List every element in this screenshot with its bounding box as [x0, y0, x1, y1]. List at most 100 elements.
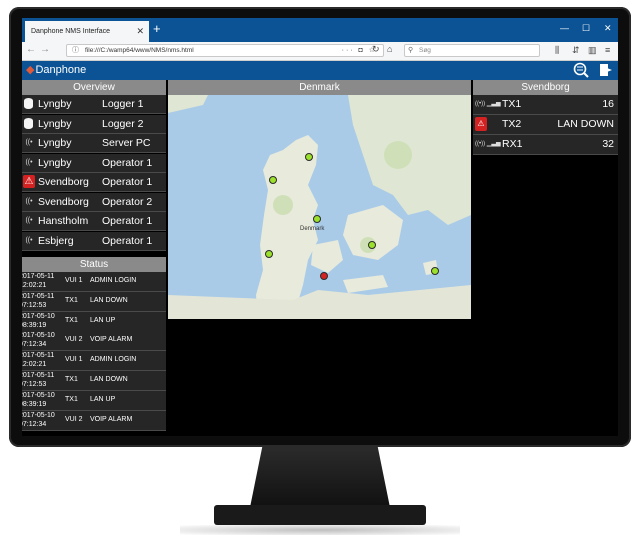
info-icon[interactable]: ⓘ — [72, 45, 79, 57]
overview-location: Lyngby — [38, 156, 72, 169]
reload-icon[interactable]: ↻ — [372, 44, 380, 55]
overview-row[interactable]: Lyngby Logger 1 — [22, 95, 166, 114]
radio-icon: ((• — [25, 217, 33, 224]
overview-role: Server PC — [102, 137, 151, 149]
new-tab-icon[interactable]: + — [153, 22, 161, 36]
browser-tab[interactable]: Danphone NMS Interface ✕ — [25, 21, 149, 42]
maximize-icon[interactable]: ☐ — [582, 23, 590, 34]
overview-row[interactable]: ⚠ Svendborg Operator 1 — [22, 173, 166, 192]
home-icon[interactable]: ⌂ — [387, 44, 392, 54]
status-date: 2017-05-10 — [22, 411, 55, 419]
radio-icon: ((• — [25, 139, 33, 146]
status-device: TX1 — [65, 376, 78, 383]
overview-row[interactable]: ((• Esbjerg Operator 1 — [22, 231, 166, 251]
status-device: TX1 — [65, 395, 78, 403]
monitor-stand-base — [214, 505, 426, 525]
url-bar[interactable]: ⓘ file:///C:/wamp64/www/NMS/nms.html ···… — [66, 44, 384, 57]
browser-tab-bar: Danphone NMS Interface ✕ + — ☐ ✕ — [22, 18, 618, 42]
status-row[interactable]: 2017-05-11 07:12:53 TX1 LAN DOWN — [22, 371, 166, 391]
status-time: 07:12:34 — [22, 341, 47, 349]
status-time: 08:39:19 — [22, 400, 47, 408]
status-timestamp: 2017-05-1007:12:34 — [22, 411, 63, 429]
minimize-icon[interactable]: — — [560, 23, 569, 33]
map-marker-ok[interactable] — [305, 153, 313, 161]
back-icon[interactable]: ← — [26, 44, 36, 55]
radio-icon: ((• — [25, 158, 33, 166]
map-marker-ok[interactable] — [265, 250, 273, 258]
overview-row[interactable]: ((• Lyngby Operator 1 — [22, 153, 166, 173]
sidebar-icon[interactable]: ▥ — [588, 45, 597, 56]
menu-icon[interactable]: ≡ — [605, 45, 610, 55]
database-icon — [24, 117, 33, 129]
search-icon: ⚲ — [408, 47, 414, 54]
status-header: Status — [22, 257, 166, 272]
overview-role: Operator 1 — [102, 215, 153, 227]
site-row[interactable]: ⚠ TX2 LAN DOWN — [473, 115, 618, 135]
overview-role: Logger 2 — [102, 117, 144, 130]
status-timestamp: 2017-05-1008:39:19 — [22, 391, 63, 409]
overview-row[interactable]: ((• Lyngby Server PC — [22, 134, 166, 153]
stand-shadow — [180, 525, 460, 535]
search-globe-icon[interactable] — [573, 62, 589, 78]
search-input[interactable]: ⚲ Søg — [404, 44, 540, 57]
map-marker-ok[interactable] — [368, 241, 376, 249]
status-message: VOIP ALARM — [90, 415, 133, 423]
forward-icon[interactable]: → — [40, 44, 50, 55]
status-date: 2017-05-10 — [22, 391, 55, 399]
close-window-icon[interactable]: ✕ — [604, 23, 612, 34]
url-text: file:///C:/wamp64/www/NMS/nms.html — [85, 47, 194, 54]
status-timestamp: 2017-05-1007:12:34 — [22, 331, 63, 349]
status-row[interactable]: 2017-05-1107:12:53TX1LAN DOWN — [22, 291, 166, 312]
map-marker-ok[interactable] — [313, 215, 321, 223]
status-message: ADMIN LOGIN — [90, 356, 137, 364]
site-row[interactable]: ((•)) ▁▃▅ RX1 32 — [473, 135, 618, 155]
map-header: Denmark — [168, 80, 471, 95]
status-row[interactable]: 2017-05-1008:39:19TX1LAN UP — [22, 311, 166, 332]
status-time: 08:39:19 — [22, 321, 47, 329]
overview-row[interactable]: ((• Svendborg Operator 2 — [22, 192, 166, 212]
radio-icon: ((• — [25, 236, 33, 244]
logout-icon[interactable] — [598, 62, 614, 78]
logo-icon: ◆ — [26, 64, 35, 76]
status-timestamp: 2017-05-1112:02:21 — [22, 272, 63, 290]
site-channel-name: TX1 — [502, 98, 522, 110]
sync-icon[interactable]: ⇵ — [572, 45, 580, 56]
status-device: VUI 1 — [65, 277, 83, 284]
status-message: LAN UP — [90, 395, 116, 403]
map-marker-ok[interactable] — [269, 176, 277, 184]
map-marker-alarm[interactable] — [320, 272, 328, 280]
status-date: 2017-05-11 — [22, 273, 55, 280]
status-message: VOIP ALARM — [90, 336, 133, 344]
overview-location: Esbjerg — [38, 234, 74, 247]
alarm-icon: ⚠ — [23, 175, 35, 188]
overview-row[interactable]: ((• Hanstholm Operator 1 — [22, 212, 166, 231]
overview-row[interactable]: Lyngby Logger 2 — [22, 114, 166, 134]
brand-name: Danphone — [35, 64, 87, 76]
status-row[interactable]: 2017-05-1112:02:21VUI 1ADMIN LOGIN — [22, 272, 166, 292]
map-graphic — [168, 95, 471, 319]
status-row[interactable]: 2017-05-1008:39:19TX1LAN UP — [22, 390, 166, 411]
status-time: 12:02:21 — [22, 361, 47, 369]
search-placeholder: Søg — [419, 47, 431, 54]
database-icon — [24, 98, 33, 109]
status-date: 2017-05-10 — [22, 312, 55, 320]
overview-location: Lyngby — [38, 98, 72, 110]
monitor-stand-neck — [250, 447, 390, 507]
site-row[interactable]: ((•)) ▁▃▅ TX1 16 — [473, 95, 618, 115]
overview-location: Lyngby — [38, 137, 72, 149]
status-time: 07:12:53 — [22, 381, 47, 388]
status-row[interactable]: 2017-05-1112:02:21VUI 1ADMIN LOGIN — [22, 351, 166, 372]
status-row[interactable]: 2017-05-1007:12:34VUI 2VOIP ALARM — [22, 410, 166, 431]
status-row[interactable]: 2017-05-1007:12:34VUI 2VOIP ALARM — [22, 331, 166, 352]
brand-logo: ◆Danphone — [26, 64, 86, 77]
site-header: Svendborg — [473, 80, 618, 95]
alarm-icon: ⚠ — [475, 117, 487, 131]
close-tab-icon[interactable]: ✕ — [136, 26, 144, 37]
status-date: 2017-05-11 — [22, 372, 55, 379]
map-marker-ok[interactable] — [431, 267, 439, 275]
denmark-map[interactable]: Denmark — [168, 95, 471, 319]
status-timestamp: 2017-05-1008:39:19 — [22, 312, 63, 330]
status-timestamp: 2017-05-1112:02:21 — [22, 351, 63, 369]
status-message: LAN DOWN — [90, 376, 128, 383]
library-icon[interactable]: ⫼ — [555, 45, 559, 56]
